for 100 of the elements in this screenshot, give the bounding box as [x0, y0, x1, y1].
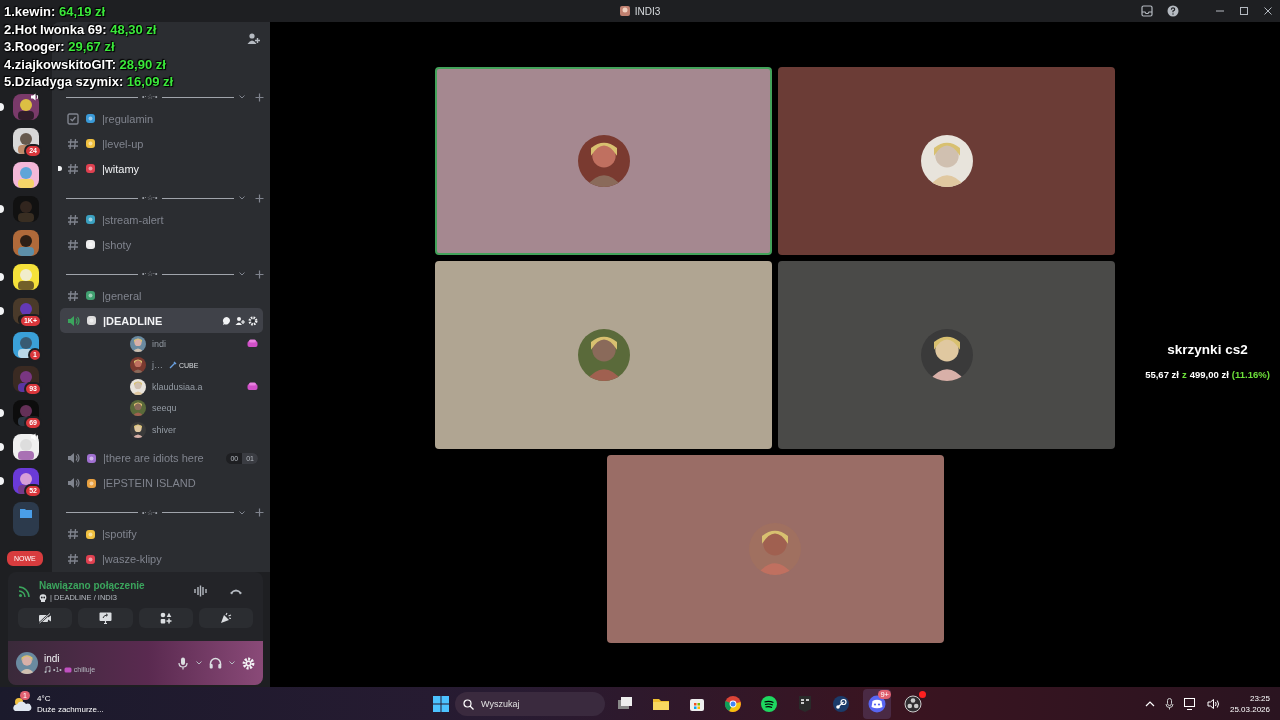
plus-icon[interactable] — [255, 508, 264, 517]
hash-icon — [67, 553, 79, 565]
plus-icon[interactable] — [255, 269, 264, 279]
signal-icon[interactable] — [18, 584, 31, 598]
leaderboard-entry: 5.Dziadyga szymix: 16,09 zł — [4, 74, 174, 91]
maximize-icon[interactable] — [1239, 6, 1249, 16]
checkbox-icon — [67, 112, 79, 125]
hash-icon — [67, 238, 79, 251]
plus-icon[interactable] — [255, 193, 264, 203]
channel-item[interactable]: |EPSTEIN ISLAND — [60, 470, 263, 496]
shapes-icon — [159, 612, 172, 624]
speaker-icon — [67, 477, 80, 489]
headphones-button[interactable] — [209, 657, 222, 669]
window-title: INDI3 — [634, 5, 661, 17]
leaderboard-entry: 1.kewin: 64,19 zł — [4, 4, 107, 21]
connection-status: Nawiązano połączenie — [39, 580, 146, 591]
emoji-icon — [85, 163, 96, 174]
browser-icon — [724, 694, 742, 713]
party-popper-icon — [219, 612, 232, 624]
temperature: 4°C — [37, 693, 52, 703]
microphone-button[interactable] — [177, 656, 189, 670]
chevron-icon[interactable] — [237, 93, 246, 101]
settings-button[interactable] — [242, 656, 255, 670]
close-icon[interactable] — [1263, 6, 1273, 16]
member-name[interactable]: klaudusiaa.a — [152, 381, 203, 392]
skull-icon — [39, 593, 47, 602]
member-name[interactable]: j… — [152, 360, 163, 371]
settings-icon — [242, 656, 255, 670]
member-name[interactable]: seequ — [152, 403, 177, 414]
help-icon[interactable] — [1167, 5, 1179, 17]
channel-item[interactable]: |witamy — [60, 156, 263, 181]
chevron-icon[interactable] — [237, 270, 246, 278]
speaker-icon — [67, 314, 80, 327]
video-tile[interactable] — [606, 454, 944, 643]
hang-up-icon[interactable] — [229, 587, 243, 595]
video-tile[interactable] — [778, 66, 1115, 255]
volume-icon[interactable] — [1206, 697, 1220, 710]
activities-button[interactable] — [138, 608, 193, 628]
clock-time[interactable]: 23:25 — [1249, 693, 1270, 703]
screen-share-button[interactable] — [78, 608, 133, 628]
network-icon[interactable] — [1183, 697, 1197, 710]
channel-item[interactable]: |wasze-klipy — [60, 546, 263, 572]
channel-item[interactable]: |DEADLINE — [60, 308, 263, 333]
game-client-icon — [832, 694, 850, 713]
goal-title: skrzynki cs2 — [1167, 342, 1248, 357]
video-tile[interactable] — [435, 66, 772, 255]
sword-icon — [169, 361, 177, 370]
plus-icon[interactable] — [255, 92, 264, 102]
caret-icon[interactable] — [1144, 699, 1155, 708]
chevron-icon[interactable] — [237, 194, 246, 202]
channel-item[interactable]: |regulamin — [60, 106, 263, 131]
emoji-icon — [85, 528, 96, 540]
music-app-icon — [760, 694, 778, 713]
user-name: indi — [44, 653, 61, 664]
channel-item[interactable]: |level-up — [60, 131, 263, 156]
emoji-icon — [85, 113, 96, 124]
hash-icon — [67, 213, 79, 226]
camera-off-icon — [38, 612, 53, 624]
cloud-icon[interactable] — [12, 695, 32, 712]
inbox-icon[interactable] — [1141, 5, 1153, 17]
settings-icon[interactable] — [248, 315, 258, 326]
music-note-icon — [44, 666, 51, 673]
microphone-icon[interactable] — [1164, 697, 1174, 710]
server-folder[interactable] — [13, 502, 39, 536]
video-tile[interactable] — [778, 260, 1115, 449]
channel-item[interactable]: |general — [60, 283, 263, 308]
leaderboard-entry: 2.Hot Iwonka 69: 48,30 zł — [4, 21, 158, 38]
recorder-icon — [904, 694, 922, 713]
add-user-icon[interactable] — [247, 32, 260, 45]
hash-icon — [67, 528, 79, 540]
search-icon — [463, 698, 474, 710]
goal-current: 55,67 zł — [1145, 369, 1179, 380]
start-button[interactable] — [433, 695, 449, 712]
sound-wave-icon[interactable] — [194, 585, 207, 597]
game-store-icon — [796, 694, 814, 713]
video-tile[interactable] — [435, 260, 772, 449]
chevron-icon[interactable] — [228, 659, 236, 667]
folder-icon — [20, 508, 32, 518]
emoji-icon — [85, 214, 96, 225]
emoji-icon — [86, 477, 97, 489]
goal-percent: (11.16%) — [1231, 369, 1270, 380]
screen-share-icon — [98, 612, 112, 624]
goal-target: 499,00 zł — [1189, 369, 1229, 380]
chat-icon[interactable] — [222, 315, 232, 326]
emoji-icon — [85, 239, 96, 250]
search-field[interactable]: Wyszukaj — [455, 691, 605, 716]
chevron-icon[interactable] — [237, 508, 246, 517]
member-name[interactable]: indi — [152, 338, 166, 349]
channel-item[interactable]: |stream-alert — [60, 207, 263, 232]
camera-off-button[interactable] — [18, 608, 73, 628]
chevron-icon[interactable] — [195, 659, 203, 667]
add-user-icon[interactable] — [235, 315, 245, 326]
channel-item[interactable]: |shoty — [60, 232, 263, 257]
clock-date[interactable]: 25.03.2026 — [1229, 704, 1270, 714]
member-name[interactable]: shiver — [152, 424, 176, 435]
soundboard-button[interactable] — [198, 608, 253, 628]
channel-item[interactable]: |spotify — [60, 521, 263, 547]
leaderboard-entry: 4.ziajkowskitoGIT: 28,90 zł — [4, 56, 167, 73]
emoji-icon — [86, 452, 97, 464]
emoji-icon — [85, 553, 96, 565]
